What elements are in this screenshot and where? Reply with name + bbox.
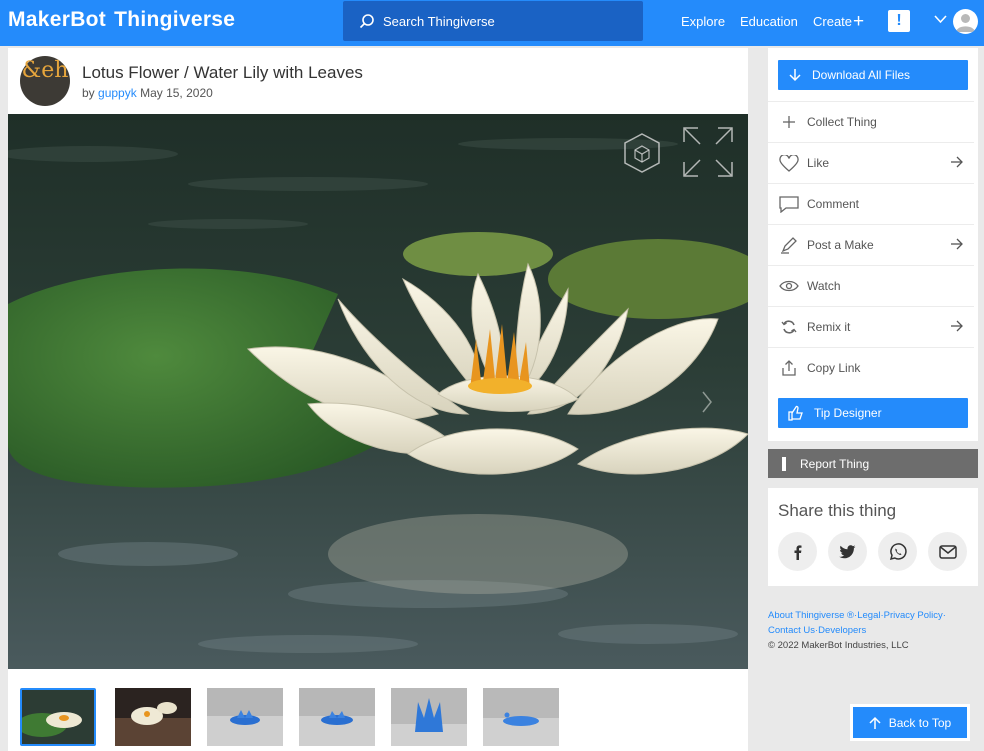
next-image-chevron-icon[interactable]: [701, 390, 713, 414]
footer-links: About Thingiverse ®·Legal·Privacy Policy…: [768, 608, 978, 653]
3d-view-icon[interactable]: [623, 132, 661, 174]
footer-copyright: © 2022 MakerBot Industries, LLC: [768, 640, 909, 651]
search-placeholder: Search Thingiverse: [383, 13, 495, 29]
thumbnail-2[interactable]: [115, 688, 191, 746]
share-whatsapp-button[interactable]: [878, 532, 917, 571]
download-all-files-button[interactable]: Download All Files: [778, 60, 968, 90]
heart-icon: [778, 154, 800, 172]
thing-actions-panel: Download All Files Collect Thing Like Co…: [768, 48, 978, 441]
report-thing-label: Report Thing: [800, 456, 870, 471]
user-silhouette-icon: [956, 14, 975, 32]
thumbnail-6[interactable]: [483, 688, 559, 746]
top-navigation-bar: MakerBot Thingiverse Search Thingiverse E…: [0, 0, 984, 46]
thumbnail-4-image: [299, 688, 375, 746]
thing-title: Lotus Flower / Water Lily with Leaves: [82, 63, 363, 82]
plus-icon: [778, 113, 800, 131]
tip-designer-button[interactable]: Tip Designer: [778, 398, 968, 428]
lotus-flower-photo: [8, 114, 748, 669]
search-icon: [359, 14, 374, 29]
footer-separator: ·: [942, 610, 946, 621]
publish-date: May 15, 2020: [140, 86, 213, 100]
twitter-icon: [839, 544, 856, 558]
remix-icon: [778, 318, 800, 336]
main-image-viewer[interactable]: [8, 114, 748, 669]
thumbnail-6-image: [483, 688, 559, 746]
thumbs-up-icon: [788, 405, 803, 421]
email-icon: [938, 544, 957, 559]
share-panel: Share this thing: [768, 488, 978, 586]
nav-create[interactable]: Create: [813, 14, 852, 29]
thumbnail-1[interactable]: [20, 688, 96, 746]
thumbnail-1-image: [22, 690, 94, 744]
footer-about-link[interactable]: About Thingiverse ®: [768, 610, 854, 621]
facebook-icon: [794, 544, 801, 560]
back-to-top-label: Back to Top: [888, 715, 952, 730]
comment-label: Comment: [807, 197, 860, 211]
share-twitter-button[interactable]: [828, 532, 867, 571]
logo-makerbot-text: MakerBot: [8, 8, 107, 31]
author-link[interactable]: guppyk: [98, 86, 137, 100]
chevron-down-icon[interactable]: [934, 14, 947, 24]
user-avatar[interactable]: [953, 9, 978, 34]
arrow-up-icon: [869, 716, 881, 729]
tip-designer-label: Tip Designer: [814, 406, 882, 420]
post-a-make-action[interactable]: Post a Make: [768, 224, 974, 265]
footer-developers-link[interactable]: Developers: [818, 625, 866, 636]
thumbnail-4[interactable]: [299, 688, 375, 746]
comment-action[interactable]: Comment: [768, 183, 974, 224]
watch-action[interactable]: Watch: [768, 265, 974, 306]
makerbot-thingiverse-logo[interactable]: MakerBot Thingiverse: [8, 8, 235, 32]
thumbnail-3[interactable]: [207, 688, 283, 746]
share-email-button[interactable]: [928, 532, 967, 571]
footer-contact-link[interactable]: Contact Us: [768, 625, 815, 636]
share-facebook-button[interactable]: [778, 532, 817, 571]
search-bar[interactable]: Search Thingiverse: [343, 1, 643, 41]
report-thing-button[interactable]: Report Thing: [768, 449, 978, 478]
copy-link-action[interactable]: Copy Link: [768, 347, 974, 388]
like-action[interactable]: Like: [768, 142, 974, 183]
thing-byline: by guppyk May 15, 2020: [82, 86, 213, 100]
nav-education[interactable]: Education: [740, 14, 798, 29]
fullscreen-icon[interactable]: [682, 126, 734, 178]
thumbnail-5-image: [391, 688, 467, 746]
create-plus-icon[interactable]: +: [853, 12, 864, 31]
remix-it-action[interactable]: Remix it: [768, 306, 974, 347]
thumbnail-5[interactable]: [391, 688, 467, 746]
thumbnail-2-image: [115, 688, 191, 746]
creator-avatar[interactable]: &eh: [20, 56, 70, 106]
pen-icon: [778, 236, 800, 254]
byline-prefix: by: [82, 86, 95, 100]
eye-icon: [778, 277, 800, 295]
arrow-right-icon: [951, 320, 963, 332]
arrow-right-icon: [951, 156, 963, 168]
alert-icon[interactable]: !: [888, 10, 910, 32]
logo-thingiverse-text: Thingiverse: [114, 8, 236, 31]
thumbnail-3-image: [207, 688, 283, 746]
footer-legal-link[interactable]: Legal: [857, 610, 880, 621]
report-flag-icon: [782, 456, 786, 471]
collect-thing-label: Collect Thing: [807, 115, 877, 129]
download-arrow-icon: [789, 69, 801, 82]
comment-icon: [778, 195, 800, 213]
download-label: Download All Files: [812, 68, 911, 82]
collect-thing-action[interactable]: Collect Thing: [768, 101, 974, 142]
remix-it-label: Remix it: [807, 320, 851, 334]
whatsapp-icon: [889, 542, 907, 560]
back-to-top-button[interactable]: Back to Top: [853, 707, 967, 738]
like-label: Like: [807, 156, 830, 170]
thumbnail-strip: [20, 688, 740, 748]
arrow-right-icon: [951, 238, 963, 250]
thing-detail-card: &eh Lotus Flower / Water Lily with Leave…: [8, 48, 748, 751]
share-title: Share this thing: [778, 501, 897, 520]
copy-link-label: Copy Link: [807, 361, 861, 375]
watch-label: Watch: [807, 279, 841, 293]
post-a-make-label: Post a Make: [807, 238, 874, 252]
footer-privacy-link[interactable]: Privacy Policy: [884, 610, 943, 621]
share-icon: [778, 359, 800, 377]
nav-explore[interactable]: Explore: [681, 14, 725, 29]
